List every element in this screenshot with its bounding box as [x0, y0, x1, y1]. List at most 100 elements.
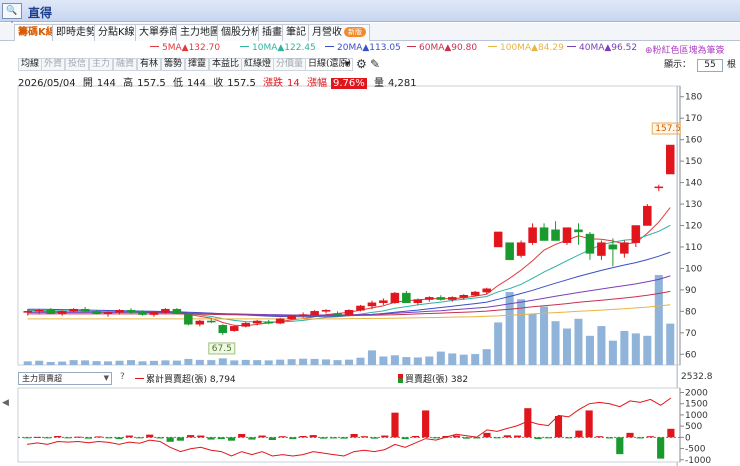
- volume-bar: [344, 359, 354, 365]
- gear-icon[interactable]: ⚙: [356, 57, 367, 71]
- netbuy-bar: [667, 428, 675, 438]
- volume-bar: [517, 299, 526, 365]
- netbuy-bar: [115, 437, 123, 440]
- volume-bar: [459, 354, 468, 365]
- candle-body: [367, 302, 377, 307]
- pen-icon[interactable]: ✎: [370, 57, 380, 71]
- candle-body: [103, 312, 113, 314]
- candle-body: [275, 318, 285, 324]
- tab-notes[interactable]: 筆記: [282, 24, 310, 41]
- volume-bar: [413, 357, 422, 365]
- netbuy-bar: [575, 430, 583, 438]
- netbuy-bar: [146, 434, 154, 438]
- netbuy-bar: [657, 437, 665, 459]
- toolbar-ma-button[interactable]: 均線: [18, 58, 43, 71]
- volume-bar: [494, 322, 503, 365]
- volume-bar: [69, 360, 78, 365]
- toolbar-foreign-button[interactable]: 外資: [41, 58, 66, 71]
- display-count-input[interactable]: 55: [697, 59, 724, 72]
- quote-pct: 9.76%: [330, 78, 367, 89]
- price-tick-label: 150: [685, 157, 702, 167]
- candle-body: [493, 231, 503, 248]
- volume-bar: [620, 330, 629, 365]
- toolbar-pe-button[interactable]: 本益比: [209, 58, 243, 71]
- toolbar-trend-button[interactable]: 籌勢: [161, 58, 186, 71]
- tab-broker-kline[interactable]: 分點K線: [94, 24, 139, 41]
- price-tick-label: 160: [685, 136, 702, 146]
- line-swatch-icon: [150, 46, 159, 47]
- netbuy-bar: [401, 437, 409, 440]
- toolbar-traffic-light-button[interactable]: 紅綠燈: [241, 58, 275, 71]
- netbuy-bar: [43, 437, 52, 439]
- candle-body: [46, 310, 55, 314]
- netbuy-bar: [534, 437, 542, 440]
- stock-name-title: 直得: [28, 6, 53, 20]
- indicator-tick-label: 1500: [685, 400, 708, 410]
- tab-realtime[interactable]: 即時走勢: [52, 24, 100, 41]
- ma-legend-100ma[interactable]: 100MA▲84.29: [488, 43, 564, 53]
- pink-block-note-link[interactable]: ⊕粉紅色區塊為筆簽: [645, 43, 725, 56]
- netbuy-bar: [381, 435, 389, 438]
- tab-monthly-revenue[interactable]: 月營收 新版: [308, 24, 370, 41]
- netbuy-bar: [54, 435, 62, 438]
- netbuy-bar: [135, 437, 144, 439]
- volume-bar: [654, 275, 663, 365]
- indicator-tick-label: -500: [685, 445, 706, 455]
- candle-body: [585, 233, 595, 254]
- toolbar-youlin-button[interactable]: 有林: [137, 58, 162, 71]
- quote-high: 157.5: [137, 78, 166, 89]
- help-icon[interactable]: ?: [120, 372, 125, 382]
- chevron-down-icon: ▼: [344, 60, 350, 68]
- line-swatch-icon: [325, 46, 334, 47]
- price-tick-label: 100: [685, 264, 702, 274]
- volume-bar: [643, 335, 652, 365]
- netbuy-bar: [462, 437, 471, 439]
- indicator-select[interactable]: 主力買賣超 ▼: [18, 372, 112, 385]
- price-tick-label: 110: [685, 243, 702, 253]
- netbuy-bar: [452, 435, 460, 438]
- candle-body: [333, 313, 342, 315]
- netbuy-bar: [125, 435, 133, 438]
- zoom-button[interactable]: 🔍+: [2, 3, 22, 30]
- candle-body: [539, 227, 549, 241]
- volume-bar: [241, 359, 250, 365]
- volume-bar: [218, 358, 227, 365]
- ma-legend-60ma[interactable]: 60MA▲90.80: [407, 43, 477, 53]
- volume-bar: [390, 355, 399, 365]
- volume-bar: [402, 357, 411, 365]
- collapse-left-icon[interactable]: ◀: [2, 398, 9, 408]
- netbuy-bar: [554, 416, 563, 438]
- volume-bar: [425, 356, 434, 365]
- period-select[interactable]: 日線(還原) ▼: [305, 58, 353, 71]
- ma-legend-20ma[interactable]: 20MA▲113.05: [325, 43, 401, 53]
- toolbar-margin-button[interactable]: 融資: [113, 58, 138, 71]
- ma-legend-5ma[interactable]: 5MA▲132.70: [150, 43, 220, 53]
- candle-body: [551, 229, 560, 241]
- ma-legend-10ma[interactable]: 10MA▲122.45: [240, 43, 316, 53]
- ma-legend-40ma[interactable]: 40MA▲96.52: [567, 43, 637, 53]
- toolbar-main-force-button[interactable]: 主力: [89, 58, 114, 71]
- candle-body: [528, 227, 537, 243]
- volume-bar: [448, 353, 457, 365]
- volume-bar: [356, 357, 365, 365]
- candle-body: [390, 292, 400, 304]
- volume-bar: [608, 340, 617, 365]
- netbuy-bar: [585, 410, 593, 438]
- netbuy-bar: [166, 437, 174, 442]
- volume-bar: [149, 360, 158, 365]
- candle-body: [252, 320, 262, 324]
- toolbar-select-button[interactable]: 擇靈: [185, 58, 210, 71]
- netbuy-bar: [227, 437, 236, 441]
- netbuy-bar: [74, 436, 82, 438]
- candle-body: [665, 144, 675, 175]
- candle-body: [310, 311, 319, 315]
- volume-bar: [92, 361, 101, 365]
- netbuy-bar: [411, 435, 419, 438]
- toolbar-trust-button[interactable]: 投信: [65, 58, 90, 71]
- toolbar-price-volume-button[interactable]: 分價量: [273, 58, 307, 71]
- volume-bar: [299, 358, 308, 365]
- netbuy-bar: [84, 437, 92, 439]
- candle-body: [138, 312, 147, 315]
- volume-bar: [23, 361, 32, 365]
- candle-body: [562, 227, 572, 243]
